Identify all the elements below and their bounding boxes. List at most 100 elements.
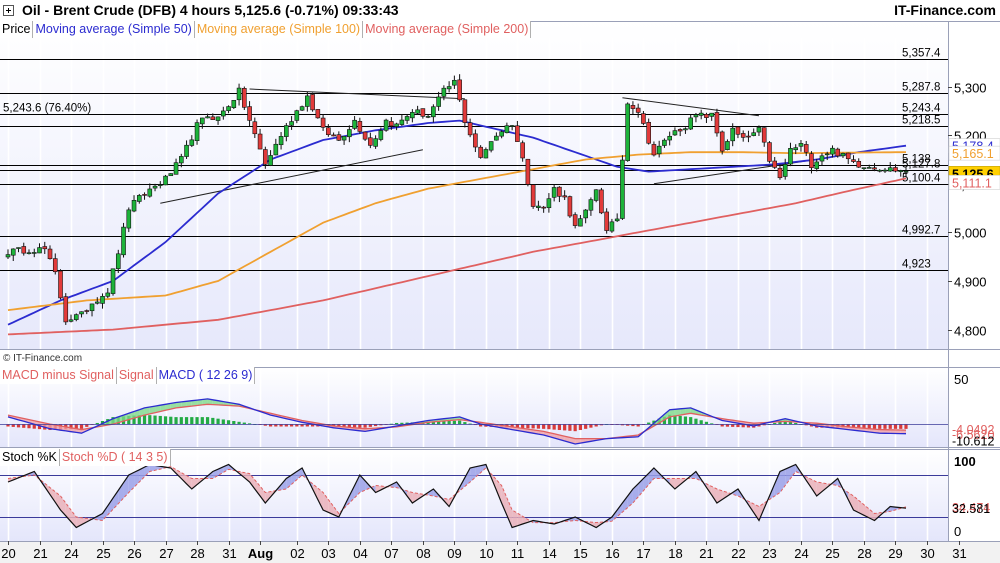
candle-body [278, 136, 284, 146]
candle-body [614, 218, 620, 222]
legend-item[interactable]: Price [0, 21, 34, 38]
level-label: 5,243.6 (76.40%) [3, 103, 91, 115]
candle-body [284, 125, 289, 137]
candle-body [719, 131, 725, 152]
macd-hist-bar [158, 415, 162, 425]
candle-body [163, 175, 168, 186]
legend-item[interactable]: Stoch %K [0, 449, 60, 466]
legend-item[interactable]: Moving average (Simple 50) [33, 21, 195, 38]
legend-item[interactable]: Moving average (Simple 100) [194, 21, 364, 38]
macd-hist-bar [689, 417, 693, 425]
legend-item[interactable]: MACD ( 12 26 9) [156, 367, 256, 384]
candle-body [656, 145, 662, 155]
candle-body [115, 253, 121, 269]
macd-hist-bar [148, 415, 152, 425]
candle-body [100, 296, 105, 304]
candle-body [688, 117, 693, 130]
candle-body [147, 188, 153, 197]
level-label: 5,243.4 [902, 103, 941, 115]
stoch-tag-label: 32.581 [952, 502, 990, 516]
candle-body [530, 184, 536, 207]
candle-body [593, 189, 599, 201]
macd-hist-bar [174, 417, 178, 425]
candle-body [184, 144, 189, 157]
x-tick-label: 23 [762, 546, 776, 561]
candle-body [441, 87, 447, 97]
x-tick-label: 02 [290, 546, 304, 561]
candle-body [404, 116, 410, 121]
level-label: 5,287.8 [902, 82, 940, 94]
candle-body [236, 87, 242, 101]
legend-item[interactable]: Stoch %D ( 14 3 5) [59, 449, 171, 466]
candle-body [835, 148, 841, 157]
macd-hist-bar [179, 417, 183, 425]
candle-body [415, 109, 420, 114]
legend-item[interactable]: Moving average (Simple 200) [363, 21, 532, 38]
candle-body [541, 206, 546, 209]
candle-body [326, 127, 331, 135]
candle-body [31, 252, 37, 254]
candle-body [231, 100, 237, 108]
x-tick-label: 24 [794, 546, 808, 561]
macd-tick-label: 50 [954, 372, 968, 387]
x-tick-label: 10 [479, 546, 493, 561]
candle-body [509, 125, 515, 127]
price-tag-label: 5,111.1 [952, 176, 992, 190]
stoch-legend: Stoch %K Stoch %D ( 14 3 5) [0, 449, 171, 466]
candle-body [63, 296, 69, 323]
macd-hist-bar [205, 417, 210, 425]
candle-body [630, 105, 636, 109]
candle-body [903, 171, 909, 173]
candle-body [331, 134, 336, 137]
x-tick-label: 24 [64, 546, 78, 561]
candle-body [425, 116, 431, 118]
x-tick-label: Aug [248, 546, 273, 561]
macd-hist-bar [547, 424, 551, 430]
candle-body [651, 144, 657, 156]
candle-body [37, 247, 42, 254]
candle-body [142, 194, 147, 196]
candle-body [819, 155, 825, 162]
candle-body [173, 162, 179, 175]
candle-body [289, 121, 294, 126]
candle-body [383, 119, 389, 131]
candle-body [299, 106, 305, 111]
macd-hist-bar [142, 414, 147, 425]
macd-hist-bar [683, 416, 688, 425]
candle-body [89, 303, 95, 312]
candle-body [793, 147, 799, 151]
x-tick-label: 28 [190, 546, 204, 561]
candle-body [693, 114, 699, 118]
x-tick-label: 25 [96, 546, 110, 561]
candle-body [788, 148, 793, 165]
candle-body [877, 169, 883, 172]
candle-body [21, 246, 27, 254]
candle-body [373, 138, 378, 147]
candle-body [525, 158, 531, 185]
candle-body [420, 108, 426, 117]
candle-body [136, 195, 142, 202]
candle-body [226, 106, 231, 111]
level-label: 5,100.4 [902, 173, 941, 185]
candle-body [798, 143, 804, 147]
x-tick-label: 27 [159, 546, 173, 561]
level-label: 4,992.7 [902, 225, 940, 237]
candle-body [683, 128, 688, 131]
macd-hist-bar [704, 421, 709, 425]
candle-body [824, 153, 830, 156]
macd-hist-bar [400, 422, 404, 425]
candle-body [840, 152, 846, 157]
candle-body [94, 301, 100, 304]
candle-body [704, 113, 709, 118]
candle-body [515, 125, 520, 142]
candle-body [310, 94, 315, 111]
macd-hist-bar [563, 424, 567, 431]
x-tick-label: 07 [384, 546, 398, 561]
candle-body [646, 121, 651, 144]
candle-body [436, 96, 441, 107]
macd-hist-bar [552, 424, 556, 430]
candle-body [215, 116, 221, 121]
candle-body [242, 88, 247, 108]
legend-item[interactable]: Signal [116, 367, 157, 384]
legend-item[interactable]: MACD minus Signal [0, 367, 117, 384]
